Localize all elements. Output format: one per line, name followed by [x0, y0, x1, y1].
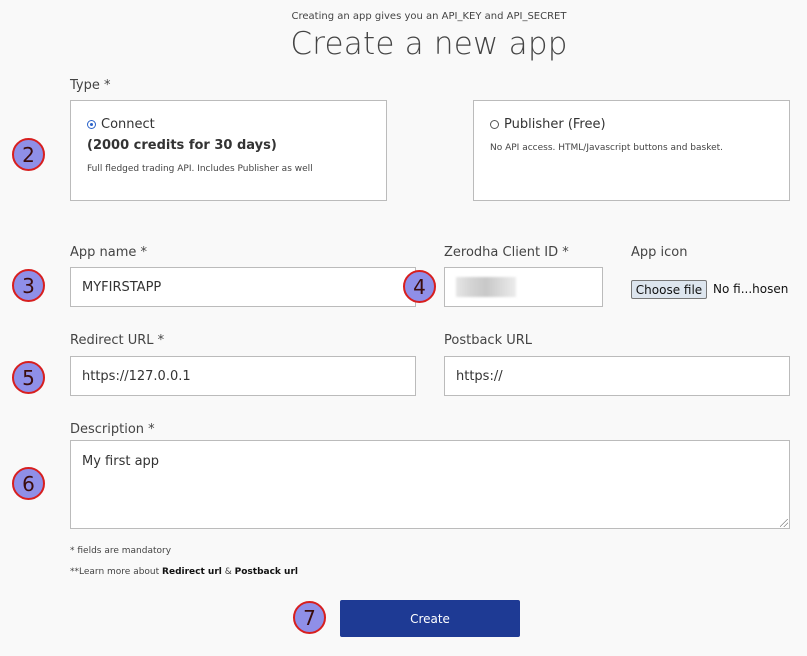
annotation-badge-2: 2: [12, 138, 45, 171]
publisher-label: Publisher (Free): [504, 117, 606, 132]
choose-file-button[interactable]: Choose file: [631, 280, 707, 299]
redirect-url-label: Redirect URL *: [70, 333, 165, 348]
app-name-label: App name *: [70, 245, 148, 260]
resize-handle-icon[interactable]: [780, 519, 788, 527]
annotation-badge-5: 5: [12, 361, 45, 394]
publisher-description: No API access. HTML/Javascript buttons a…: [490, 143, 724, 153]
page-title: Create a new app: [290, 26, 568, 62]
learn-more-prefix: **Learn more about: [70, 567, 160, 577]
connect-radio[interactable]: [87, 120, 96, 129]
annotation-badge-3: 3: [12, 269, 45, 302]
annotation-badge-6: 6: [12, 467, 45, 500]
description-textarea[interactable]: My first app: [70, 440, 790, 529]
type-label: Type *: [70, 78, 111, 93]
page-subtitle: Creating an app gives you an API_KEY and…: [291, 11, 567, 22]
type-publisher-card[interactable]: Publisher (Free) No API access. HTML/Jav…: [473, 100, 790, 201]
annotation-badge-7: 7: [293, 601, 326, 634]
redirect-url-input[interactable]: https://127.0.0.1: [70, 356, 416, 396]
app-icon-label: App icon: [631, 245, 688, 260]
postback-url-link[interactable]: Postback url: [235, 567, 298, 577]
publisher-radio[interactable]: [490, 120, 499, 129]
learn-more-note: **Learn more about Redirect url & Postba…: [70, 567, 298, 577]
description-value: My first app: [82, 454, 160, 469]
postback-url-input[interactable]: https://: [444, 356, 790, 396]
connect-description: Full fledged trading API. Includes Publi…: [87, 164, 313, 174]
connect-credits: (2000 credits for 30 days): [87, 138, 277, 153]
file-status-text: No fi...hosen: [713, 282, 789, 296]
client-id-input[interactable]: [444, 267, 603, 307]
postback-url-label: Postback URL: [444, 333, 533, 348]
client-id-redacted: [456, 277, 516, 297]
client-id-label: Zerodha Client ID *: [444, 245, 569, 260]
mandatory-note: * fields are mandatory: [70, 546, 172, 556]
redirect-url-link[interactable]: Redirect url: [162, 567, 222, 577]
description-label: Description *: [70, 422, 155, 437]
app-name-input[interactable]: MYFIRSTAPP: [70, 267, 416, 307]
annotation-badge-4: 4: [403, 270, 436, 303]
create-button[interactable]: Create: [340, 600, 520, 637]
connect-label: Connect: [101, 117, 155, 132]
type-connect-card[interactable]: Connect (2000 credits for 30 days) Full …: [70, 100, 387, 201]
amp-text: &: [224, 567, 232, 577]
